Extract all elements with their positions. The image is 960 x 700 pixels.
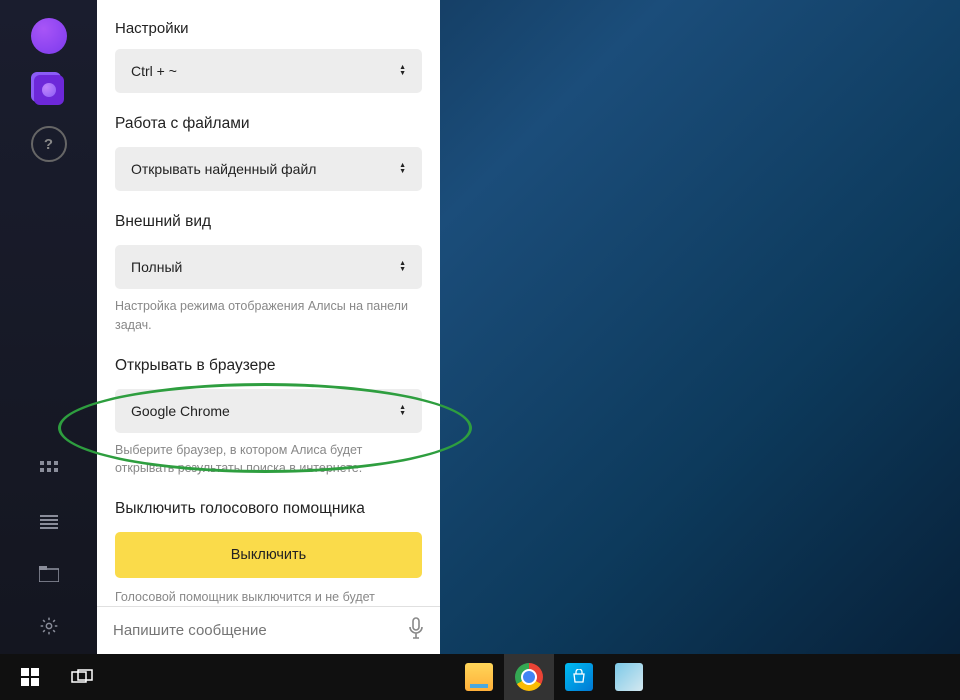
alice-icon[interactable] xyxy=(31,18,67,54)
files-select[interactable]: Открывать найденный файл ▲▼ xyxy=(115,147,422,191)
updown-icon: ▲▼ xyxy=(399,65,406,77)
appearance-value: Полный xyxy=(131,259,182,275)
microphone-icon[interactable] xyxy=(408,617,424,644)
help-icon[interactable]: ? xyxy=(31,126,67,162)
updown-icon: ▲▼ xyxy=(399,163,406,175)
left-rail: ? xyxy=(0,0,97,654)
panel-body: Ctrl + ~ ▲▼ Работа с файлами Открывать н… xyxy=(97,49,440,606)
message-input-row xyxy=(97,606,440,654)
alice-cards-icon[interactable] xyxy=(31,72,67,108)
appearance-select[interactable]: Полный ▲▼ xyxy=(115,245,422,289)
files-section-label: Работа с файлами xyxy=(115,115,422,133)
browser-select[interactable]: Google Chrome ▲▼ xyxy=(115,389,422,433)
folder-icon[interactable] xyxy=(25,550,73,598)
browser-hint: Выберите браузер, в котором Алиса будет … xyxy=(115,441,422,479)
start-button[interactable] xyxy=(4,654,56,700)
disable-hint: Голосовой помощник выключится и не будет… xyxy=(115,588,422,606)
taskbar xyxy=(0,654,960,700)
message-input[interactable] xyxy=(113,622,408,639)
updown-icon: ▲▼ xyxy=(399,405,406,417)
disable-section-label: Выключить голосового помощника xyxy=(115,500,422,518)
taskbar-app-chrome[interactable] xyxy=(504,654,554,700)
taskbar-app-gallery[interactable] xyxy=(604,654,654,700)
hotkey-select[interactable]: Ctrl + ~ ▲▼ xyxy=(115,49,422,93)
disable-button[interactable]: Выключить xyxy=(115,532,422,578)
appearance-section-label: Внешний вид xyxy=(115,213,422,231)
list-icon[interactable] xyxy=(25,498,73,546)
taskbar-app-explorer[interactable] xyxy=(454,654,504,700)
hotkey-value: Ctrl + ~ xyxy=(131,63,177,79)
appearance-hint: Настройка режима отображения Алисы на па… xyxy=(115,297,422,335)
settings-gear-icon[interactable] xyxy=(25,602,73,650)
task-view-button[interactable] xyxy=(56,654,108,700)
taskbar-app-store[interactable] xyxy=(554,654,604,700)
browser-value: Google Chrome xyxy=(131,403,230,419)
panel-title: Настройки xyxy=(97,0,440,49)
browser-section-label: Открывать в браузере xyxy=(115,357,422,375)
settings-panel: Настройки Ctrl + ~ ▲▼ Работа с файлами О… xyxy=(97,0,440,654)
updown-icon: ▲▼ xyxy=(399,261,406,273)
apps-grid-icon[interactable] xyxy=(25,446,73,494)
files-value: Открывать найденный файл xyxy=(131,161,316,177)
